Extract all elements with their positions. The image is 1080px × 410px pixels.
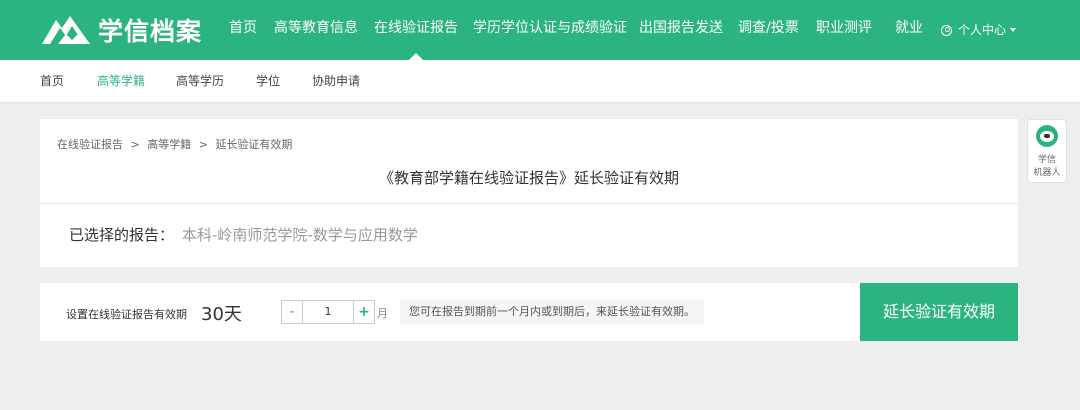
month-unit: 月 (377, 307, 388, 320)
breadcrumb-higher-enrollment[interactable]: 高等学籍 (147, 138, 191, 151)
robot-label-line2: 机器人 (1033, 168, 1061, 178)
validity-label: 设置在线验证报告有效期 (66, 308, 187, 321)
selected-report-row: 已选择的报告： 本科-岭南师范学院-数学与应用数学 (69, 224, 418, 245)
report-info-card: 在线验证报告 > 高等学籍 > 延长验证有效期 《教育部学籍在线验证报告》延长验… (40, 119, 1018, 267)
page-title: 《教育部学籍在线验证报告》延长验证有效期 (378, 169, 679, 187)
nav-home[interactable]: 首页 (229, 0, 257, 60)
subnav-assist-apply[interactable]: 协助申请 (312, 60, 360, 102)
nav-degree-certification[interactable]: 学历学位认证与成绩验证 (473, 0, 627, 60)
breadcrumb: 在线验证报告 > 高等学籍 > 延长验证有效期 (57, 136, 296, 152)
logo-text: 学信档案 (98, 17, 203, 46)
breadcrumb-separator: > (130, 138, 140, 151)
chevron-down-icon (1010, 28, 1017, 32)
robot-assistant-button[interactable]: 学信 机器人 (1027, 119, 1067, 183)
nav-career-test[interactable]: 职业测评 (816, 0, 872, 60)
subnav-higher-diploma[interactable]: 高等学历 (176, 60, 224, 102)
nav-higher-education-info[interactable]: 高等教育信息 (274, 0, 358, 60)
month-input[interactable]: 1 (303, 300, 353, 324)
subnav-degree[interactable]: 学位 (256, 60, 280, 102)
nav-survey-vote[interactable]: 调查/投票 (738, 0, 799, 60)
month-stepper: - 1 + (281, 300, 375, 324)
selected-report-label: 已选择的报告： (69, 226, 175, 244)
nav-employment[interactable]: 就业 (895, 0, 923, 60)
validity-setting-card: 设置在线验证报告有效期 30天 - 1 + 月 您可在报告到期前一个月内或到期后… (40, 283, 1018, 341)
sub-navbar: 首页 高等学籍 高等学历 学位 协助申请 (0, 60, 1080, 102)
selected-report-value: 本科-岭南师范学院-数学与应用数学 (182, 226, 418, 244)
breadcrumb-current: 延长验证有效期 (215, 138, 293, 151)
extend-validity-button[interactable]: 延长验证有效期 (860, 283, 1018, 341)
logo[interactable]: 学信档案 (40, 12, 202, 48)
breadcrumb-separator: > (198, 138, 208, 151)
robot-icon (1036, 125, 1058, 147)
subnav-home[interactable]: 首页 (40, 60, 64, 102)
nav-online-verification[interactable]: 在线验证报告 (374, 0, 458, 60)
validity-days: 30天 (201, 304, 242, 325)
validity-hint: 您可在报告到期前一个月内或到期后，来延长验证有效期。 (400, 300, 704, 324)
decrement-button[interactable]: - (281, 300, 303, 324)
robot-label: 学信 机器人 (1028, 154, 1066, 180)
breadcrumb-online-verification[interactable]: 在线验证报告 (57, 138, 123, 151)
robot-label-line1: 学信 (1037, 155, 1056, 165)
top-navbar: 学信档案 首页 高等教育信息 在线验证报告 学历学位认证与成绩验证 出国报告发送… (0, 0, 1080, 60)
book-logo-icon (42, 16, 90, 44)
subnav-higher-enrollment[interactable]: 高等学籍 (97, 60, 145, 102)
increment-button[interactable]: + (353, 300, 375, 324)
divider (40, 203, 1018, 204)
user-icon (941, 24, 952, 36)
user-menu[interactable]: 个人中心 (941, 0, 1017, 60)
user-menu-label: 个人中心 (958, 23, 1007, 37)
nav-report-sending[interactable]: 出国报告发送 (639, 0, 723, 60)
